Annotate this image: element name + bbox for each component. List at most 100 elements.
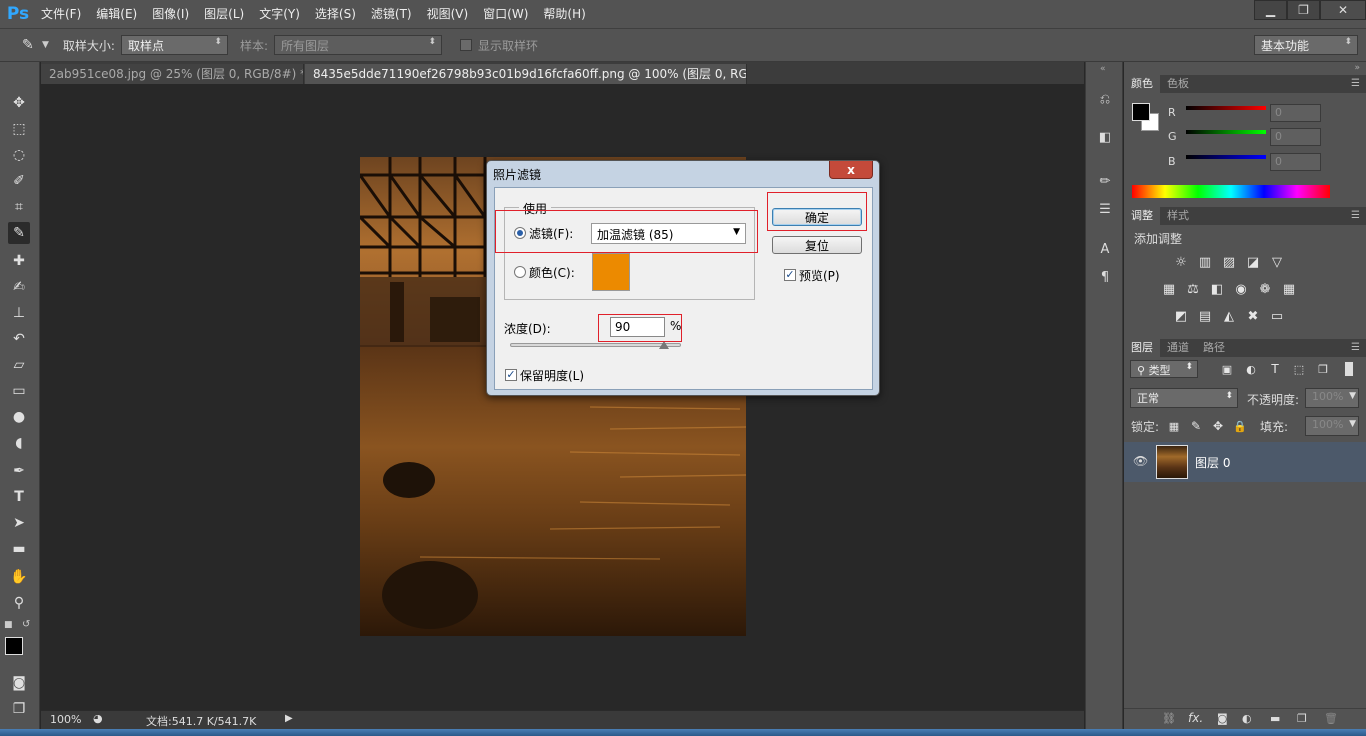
- layer-filter-select[interactable]: ⚲ 类型 ⬍: [1130, 360, 1198, 378]
- new-group-icon[interactable]: ▬: [1270, 712, 1280, 725]
- foreground-color-swatch[interactable]: [5, 637, 23, 655]
- sample-select[interactable]: 所有图层 ⬍: [274, 35, 443, 55]
- levels-icon[interactable]: ▥: [1197, 254, 1213, 270]
- filter-type-icon[interactable]: T: [1267, 361, 1283, 377]
- brush-tool-icon[interactable]: ✍: [8, 276, 30, 298]
- blend-mode-select[interactable]: 正常 ⬍: [1130, 388, 1238, 408]
- menu-file[interactable]: 文件(F): [36, 0, 86, 28]
- density-slider-thumb[interactable]: [658, 341, 669, 349]
- menu-view[interactable]: 视图(V): [422, 0, 474, 28]
- crop-tool-icon[interactable]: ⌗: [8, 196, 30, 218]
- eyedropper-tool-icon[interactable]: ✎: [8, 222, 30, 244]
- filter-shape-icon[interactable]: ⬚: [1291, 361, 1307, 377]
- channel-b-slider[interactable]: [1186, 155, 1266, 159]
- zoom-level[interactable]: 100%: [50, 713, 81, 726]
- status-info-icon[interactable]: ◕: [93, 712, 103, 725]
- filter-adjustment-icon[interactable]: ◐: [1243, 361, 1259, 377]
- show-ring-checkbox[interactable]: [460, 39, 473, 51]
- menu-type[interactable]: 文字(Y): [254, 0, 305, 28]
- new-layer-icon[interactable]: ❐: [1297, 712, 1307, 725]
- brush-presets-panel-icon[interactable]: ☰: [1096, 200, 1114, 218]
- filter-smart-icon[interactable]: ❐: [1315, 361, 1331, 377]
- lock-all-icon[interactable]: 🔒: [1232, 418, 1248, 434]
- lock-position-icon[interactable]: ✥: [1210, 418, 1226, 434]
- preset-dropdown-icon[interactable]: ▼: [42, 40, 49, 50]
- properties-panel-icon[interactable]: ◧: [1096, 128, 1114, 146]
- menu-help[interactable]: 帮助(H): [538, 0, 590, 28]
- curves-icon[interactable]: ▨: [1221, 254, 1237, 270]
- workspace-select[interactable]: 基本功能 ⬍: [1254, 35, 1358, 55]
- reset-button[interactable]: 复位: [772, 236, 862, 254]
- density-slider-track[interactable]: [510, 343, 681, 347]
- tab-styles[interactable]: 样式: [1160, 207, 1196, 225]
- tab-document-1[interactable]: 2ab951ce08.jpg @ 25% (图层 0, RGB/8#) * ×: [41, 64, 304, 84]
- tab-swatches[interactable]: 色板: [1160, 75, 1196, 93]
- eye-icon[interactable]: 👁: [1133, 454, 1148, 468]
- hand-tool-icon[interactable]: ✋: [8, 566, 30, 588]
- brush-panel-icon[interactable]: ✏: [1096, 172, 1114, 190]
- history-brush-tool-icon[interactable]: ↶: [8, 328, 30, 350]
- vibrance-icon[interactable]: ▽: [1269, 254, 1285, 270]
- gradient-map-icon[interactable]: ▭: [1269, 308, 1285, 324]
- quick-mask-icon[interactable]: ◙: [8, 672, 30, 694]
- collapse-panels-icon[interactable]: »: [1354, 63, 1360, 73]
- lock-pixels-icon[interactable]: ✎: [1188, 418, 1204, 434]
- color-spectrum[interactable]: [1132, 185, 1330, 198]
- character-panel-icon[interactable]: A: [1096, 240, 1114, 258]
- shape-tool-icon[interactable]: ▬: [8, 538, 30, 560]
- minimize-button[interactable]: ▁: [1254, 0, 1287, 20]
- menu-image[interactable]: 图像(I): [147, 0, 194, 28]
- menu-filter[interactable]: 滤镜(T): [366, 0, 417, 28]
- opacity-input[interactable]: 100% ▼: [1305, 388, 1359, 408]
- menu-edit[interactable]: 编辑(E): [91, 0, 142, 28]
- brightness-icon[interactable]: ☼: [1173, 254, 1189, 270]
- channel-mixer-icon[interactable]: ❁: [1257, 281, 1273, 297]
- exposure-icon[interactable]: ◪: [1245, 254, 1261, 270]
- marquee-tool-icon[interactable]: ⬚: [8, 118, 30, 140]
- color-swatch[interactable]: [592, 253, 630, 291]
- tab-document-2[interactable]: 8435e5dde71190ef26798b93c01b9d16fcfa60ff…: [305, 64, 747, 84]
- tab-channels[interactable]: 通道: [1160, 339, 1196, 357]
- type-tool-icon[interactable]: T: [8, 486, 30, 508]
- pen-tool-icon[interactable]: ✒: [8, 460, 30, 482]
- panel-foreground-swatch[interactable]: [1132, 103, 1150, 121]
- channel-g-slider[interactable]: [1186, 130, 1266, 134]
- preview-checkbox[interactable]: ✓: [784, 269, 796, 281]
- layer-name[interactable]: 图层 0: [1195, 454, 1230, 471]
- new-adjustment-icon[interactable]: ◐: [1242, 712, 1252, 725]
- tab-paths[interactable]: 路径: [1196, 339, 1232, 357]
- delete-layer-icon[interactable]: 🗑: [1324, 712, 1338, 725]
- color-lookup-icon[interactable]: ▦: [1281, 281, 1297, 297]
- path-select-tool-icon[interactable]: ➤: [8, 512, 30, 534]
- restore-button[interactable]: ❐: [1287, 0, 1320, 20]
- move-tool-icon[interactable]: ✥: [8, 92, 30, 114]
- default-colors-icon[interactable]: ■: [4, 620, 13, 630]
- panel-menu-icon[interactable]: ☰: [1351, 210, 1360, 221]
- density-input[interactable]: 90: [610, 317, 665, 337]
- eyedropper-preset-icon[interactable]: ✎: [22, 37, 42, 53]
- close-window-button[interactable]: ✕: [1320, 0, 1366, 20]
- preserve-luminosity-checkbox[interactable]: ✓: [505, 369, 517, 381]
- posterize-icon[interactable]: ▤: [1197, 308, 1213, 324]
- selective-color-icon[interactable]: ✖: [1245, 308, 1261, 324]
- screen-mode-icon[interactable]: ❐: [8, 698, 30, 720]
- add-mask-icon[interactable]: ◙: [1217, 712, 1228, 725]
- healing-brush-tool-icon[interactable]: ✚: [8, 250, 30, 272]
- filter-select[interactable]: 加温滤镜 (85) ▼: [591, 223, 746, 244]
- link-layers-icon[interactable]: ⛓: [1162, 712, 1176, 725]
- channel-r-slider[interactable]: [1186, 106, 1266, 110]
- filter-pixel-icon[interactable]: ▣: [1219, 361, 1235, 377]
- sample-size-select[interactable]: 取样点 ⬍: [120, 35, 228, 55]
- filter-toggle[interactable]: [1344, 361, 1354, 377]
- channel-b-value[interactable]: 0: [1270, 153, 1321, 171]
- quick-select-tool-icon[interactable]: ✐: [8, 170, 30, 192]
- swap-colors-icon[interactable]: ↺: [22, 619, 30, 630]
- color-balance-icon[interactable]: ⚖: [1185, 281, 1201, 297]
- layer-row[interactable]: 👁 图层 0: [1124, 442, 1366, 482]
- tab-layers[interactable]: 图层: [1124, 339, 1160, 357]
- zoom-tool-icon[interactable]: ⚲: [8, 592, 30, 614]
- filter-radio[interactable]: [514, 227, 526, 239]
- blur-tool-icon[interactable]: ●: [8, 406, 30, 428]
- tab-color[interactable]: 颜色: [1124, 75, 1160, 93]
- channel-g-value[interactable]: 0: [1270, 128, 1321, 146]
